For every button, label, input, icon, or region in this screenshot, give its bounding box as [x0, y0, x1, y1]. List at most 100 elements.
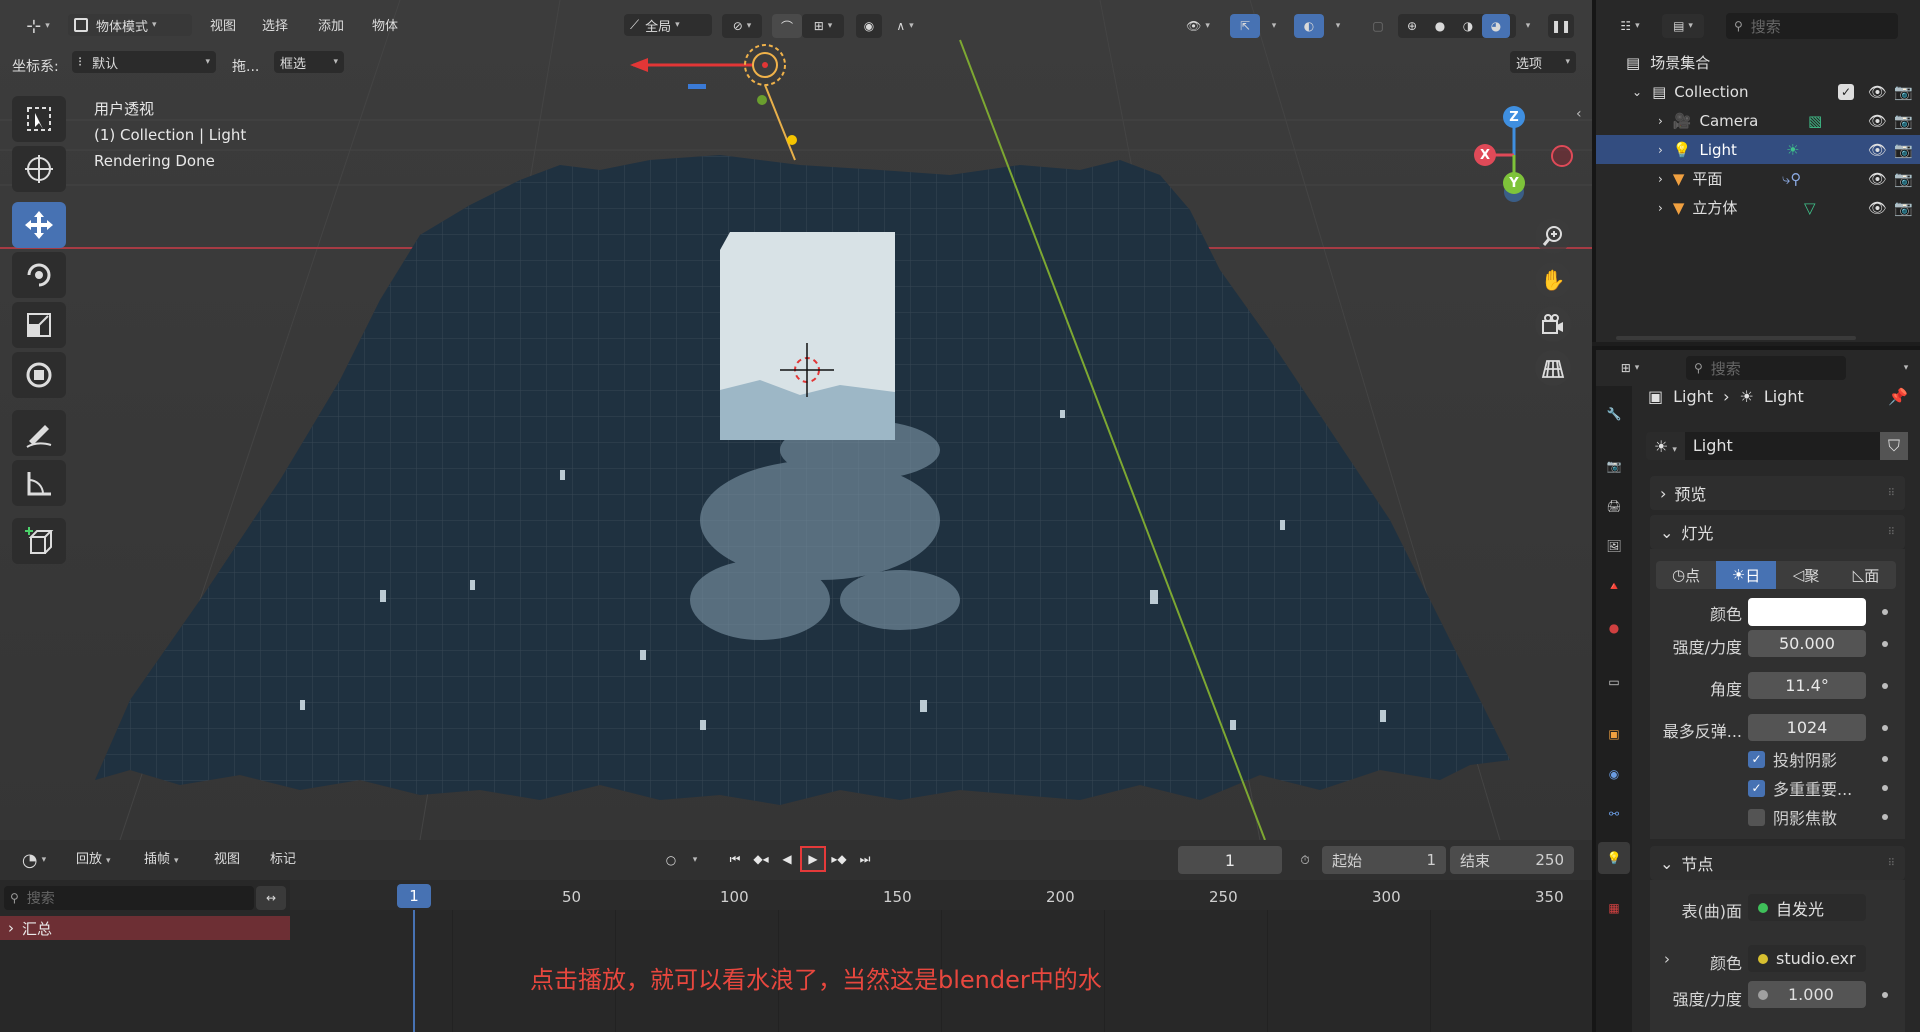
- playback-menu[interactable]: 回放 ▾: [68, 848, 119, 872]
- keyframe-dot[interactable]: [1882, 992, 1888, 998]
- outliner-row-light[interactable]: › 💡 Light ☀ 👁 📷: [1596, 135, 1920, 164]
- gizmo-toggle-button[interactable]: ⇱: [1230, 14, 1260, 38]
- fake-user-icon[interactable]: ⛉: [1880, 432, 1908, 460]
- navigation-gizmo[interactable]: Z X Y: [1450, 100, 1590, 220]
- multiple-importance-checkbox-row[interactable]: ✓ 多重重要...: [1748, 777, 1852, 799]
- rotate-tool[interactable]: [12, 252, 66, 298]
- play-button[interactable]: ▶: [800, 846, 826, 872]
- multiple-importance-checkbox[interactable]: ✓: [1748, 779, 1765, 797]
- jump-end-button[interactable]: ⏭: [852, 846, 878, 872]
- wireframe-shading-button[interactable]: ⊕: [1398, 14, 1426, 38]
- output-tab[interactable]: 🖨: [1598, 490, 1630, 522]
- jump-start-button[interactable]: ⏮: [722, 846, 748, 872]
- annotate-tool[interactable]: [12, 410, 66, 456]
- outliner-editor-type[interactable]: ☷ ▾: [1610, 14, 1650, 38]
- outliner-row-plane[interactable]: › ▼ 平面 ⤷⚲ 👁 📷: [1596, 164, 1920, 193]
- light-type-sun[interactable]: ☀ 日: [1716, 561, 1776, 589]
- physics-tab[interactable]: ◉: [1598, 758, 1630, 790]
- add-cube-tool[interactable]: [12, 518, 66, 564]
- render-icon[interactable]: 📷: [1894, 170, 1913, 188]
- start-frame-field[interactable]: 起始 1: [1322, 846, 1446, 874]
- falloff-button[interactable]: ∧ ▾: [884, 14, 926, 38]
- mode-dropdown[interactable]: 物体模式 ▾: [68, 14, 192, 36]
- snap-target-button[interactable]: ⊞ ▾: [802, 14, 844, 38]
- timeline-editor-type-button[interactable]: ◔ ▾: [14, 848, 54, 872]
- gizmo-y[interactable]: Y: [1503, 172, 1525, 194]
- display-mode-button[interactable]: ▤ ▾: [1662, 14, 1704, 38]
- scene-tab[interactable]: 🔺: [1598, 570, 1630, 602]
- gizmo-dropdown[interactable]: ▾: [1262, 14, 1282, 38]
- snap-button[interactable]: ⌒: [772, 14, 802, 38]
- color-expand-icon[interactable]: ›: [1664, 950, 1670, 968]
- xray-button[interactable]: ▢: [1364, 14, 1392, 38]
- pin-icon[interactable]: 📌: [1888, 387, 1908, 406]
- eye-icon[interactable]: 👁: [1868, 170, 1887, 188]
- outliner-row-collection[interactable]: ⌄ ▤ Collection ✓ 👁 📷: [1596, 77, 1920, 106]
- light-data-tab[interactable]: 💡: [1598, 842, 1630, 874]
- perspective-toggle-button[interactable]: [1535, 350, 1571, 386]
- collection-checkbox[interactable]: ✓: [1838, 83, 1854, 100]
- collapse-sidebar-arrow[interactable]: ‹: [1576, 106, 1582, 122]
- auto-key-dropdown[interactable]: ▾: [684, 848, 702, 872]
- datablock-selector[interactable]: ☀ ▾ Light ⛉: [1646, 432, 1908, 460]
- world-tab[interactable]: ●: [1598, 612, 1630, 644]
- light-type-point[interactable]: ◷ 点: [1656, 561, 1716, 589]
- texture-tab[interactable]: ▦: [1598, 892, 1630, 924]
- angle-field[interactable]: 11.4°: [1748, 672, 1866, 699]
- drag-label[interactable]: 拖...: [232, 56, 259, 76]
- swap-channels-button[interactable]: ↔: [256, 886, 286, 910]
- keyframe-dot[interactable]: [1882, 725, 1888, 731]
- pause-render-button[interactable]: ❚❚: [1548, 14, 1574, 38]
- light-type-area[interactable]: ◺ 面: [1836, 561, 1896, 589]
- nodes-panel-header[interactable]: ⌄ 节点 ⠿: [1650, 846, 1905, 880]
- timeline-view-menu[interactable]: 视图: [206, 848, 248, 872]
- material-shading-button[interactable]: ◑: [1454, 14, 1482, 38]
- outliner-row-cube[interactable]: › ▼ 立方体 ▽ 👁 📷: [1596, 193, 1920, 222]
- current-frame-field[interactable]: 1: [1178, 846, 1282, 874]
- render-icon[interactable]: 📷: [1894, 141, 1913, 159]
- solid-shading-button[interactable]: ●: [1426, 14, 1454, 38]
- scale-tool[interactable]: [12, 302, 66, 348]
- play-reverse-button[interactable]: ◀: [774, 846, 800, 872]
- overlay-toggle-button[interactable]: ◐: [1294, 14, 1324, 38]
- select-mode-dropdown[interactable]: 框选 ▾: [274, 51, 344, 73]
- cast-shadow-checkbox[interactable]: ✓: [1748, 750, 1765, 768]
- eye-icon[interactable]: 👁: [1868, 199, 1887, 217]
- rendered-shading-button[interactable]: ◕: [1482, 14, 1510, 38]
- menu-add[interactable]: 添加: [310, 15, 352, 39]
- render-icon[interactable]: 📷: [1894, 112, 1913, 130]
- visibility-button[interactable]: 👁 ▾: [1176, 14, 1220, 38]
- frame-ruler[interactable]: 50 100 150 200 250 300 350: [290, 880, 1592, 910]
- keyframe-dot[interactable]: [1882, 683, 1888, 689]
- keyframe-dot[interactable]: [1882, 756, 1888, 762]
- menu-select[interactable]: 选择: [254, 15, 296, 39]
- surface-shader-field[interactable]: 自发光: [1748, 894, 1866, 921]
- outliner-row-camera[interactable]: › 🎥 Camera ▧ 👁 📷: [1596, 106, 1920, 135]
- overlay-dropdown[interactable]: ▾: [1326, 14, 1346, 38]
- strength-field[interactable]: 50.000: [1748, 630, 1866, 657]
- light-type-spot[interactable]: ◁ 聚: [1776, 561, 1836, 589]
- eye-icon[interactable]: 👁: [1868, 83, 1887, 101]
- move-tool[interactable]: [12, 202, 66, 248]
- view-layer-tab[interactable]: 🖼: [1598, 530, 1630, 562]
- marker-menu[interactable]: 标记: [262, 848, 304, 872]
- shadow-caustics-checkbox[interactable]: [1748, 808, 1765, 826]
- properties-search[interactable]: ⚲ 搜索: [1686, 356, 1846, 380]
- outliner-scrollbar[interactable]: [1616, 336, 1856, 340]
- proportional-edit-button[interactable]: ◉: [856, 14, 882, 38]
- transform-tool[interactable]: [12, 352, 66, 398]
- eye-icon[interactable]: 👁: [1868, 112, 1887, 130]
- tool-tab[interactable]: 🔧: [1598, 398, 1630, 430]
- auto-key-button[interactable]: ○: [658, 848, 684, 872]
- menu-view[interactable]: 视图: [202, 15, 244, 39]
- render-tab[interactable]: 📷: [1598, 450, 1630, 482]
- light-panel-header[interactable]: ⌄ 灯光 ⠿: [1650, 515, 1905, 549]
- constraints-tab[interactable]: ⚯: [1598, 798, 1630, 830]
- next-keyframe-button[interactable]: ▸◆: [826, 846, 852, 872]
- shading-dropdown[interactable]: ▾: [1516, 14, 1536, 38]
- node-strength-field[interactable]: 1.000: [1748, 981, 1866, 1008]
- editor-type-button[interactable]: ⊹ ▾: [18, 13, 58, 39]
- keyframe-dot[interactable]: [1882, 609, 1888, 615]
- gizmo-z[interactable]: Z: [1503, 106, 1525, 128]
- select-box-tool[interactable]: [12, 96, 66, 142]
